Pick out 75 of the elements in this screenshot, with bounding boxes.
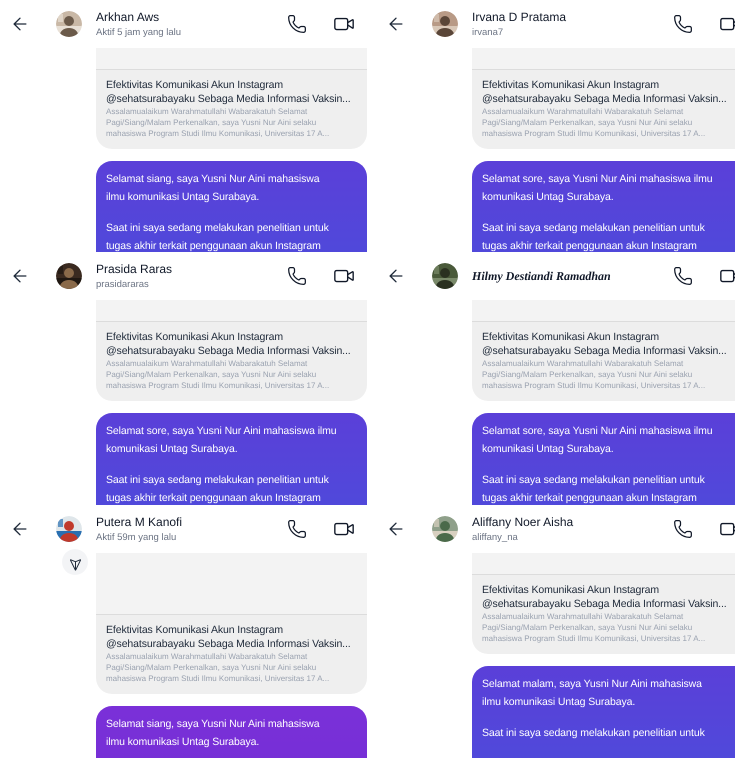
- message-text: tugas akhir terkait penggunaan akun Instagram: [482, 239, 698, 252]
- contact-name: Aliffany Noer Aisha: [472, 514, 574, 531]
- link-title: Efektivitas Komunikasi Akun Instagram: [106, 78, 284, 92]
- link-title: Efektivitas Komunikasi Akun Instagram: [482, 78, 660, 92]
- phone-icon[interactable]: [287, 519, 307, 539]
- link-preview-card[interactable]: [472, 48, 735, 149]
- link-description: Pagi/Siang/Malam Perkenalkan, saya Yusni Nur Aini selaku: [482, 622, 694, 633]
- phone-icon[interactable]: [287, 266, 307, 286]
- link-title: @sehatsurabayaku Sebaga Media Informasi Vaksin...: [106, 637, 352, 651]
- link-title: Efektivitas Komunikasi Akun Instagram: [482, 583, 660, 597]
- link-title: Efektivitas Komunikasi Akun Instagram: [106, 623, 284, 637]
- contact-name: Arkhan Aws: [96, 8, 160, 26]
- phone-icon[interactable]: [287, 14, 307, 34]
- contact-status: irvana7: [472, 26, 504, 40]
- message-text: komunikasi Untag Surabaya.: [482, 190, 615, 205]
- message-text: Saat ini saya sedang melakukan penelitian untuk: [106, 221, 330, 236]
- message-text: ilmu komunikasi Untag Surabaya.: [106, 735, 260, 750]
- link-title: @sehatsurabayaku Sebaga Media Informasi Vaksin...: [482, 92, 728, 106]
- message-text: Saat ini saya sedang melakukan penelitian untuk: [482, 221, 706, 236]
- message-text: tugas akhir terkait penggunaan akun Instagram: [482, 491, 698, 505]
- contact-status: Aktif 59m yang lalu: [96, 530, 178, 545]
- link-description: mahasiswa Program Studi Ilmu Komunikasi, Universitas 17 A...: [482, 128, 706, 139]
- contact-name: Hilmy Destiandi Ramadhan: [472, 268, 611, 285]
- link-description: Pagi/Siang/Malam Perkenalkan, saya Yusni Nur Aini selaku: [106, 117, 318, 128]
- link-description: mahasiswa Program Studi Ilmu Komunikasi, Universitas 17 A...: [106, 380, 330, 391]
- link-title: Efektivitas Komunikasi Akun Instagram: [106, 330, 284, 344]
- link-description: mahasiswa Program Studi Ilmu Komunikasi, Universitas 17 A...: [106, 673, 330, 684]
- message-text: Selamat siang, saya Yusni Nur Aini mahasiswa: [106, 172, 321, 187]
- link-description: mahasiswa Program Studi Ilmu Komunikasi, Universitas 17 A...: [482, 380, 706, 391]
- link-description: Pagi/Siang/Malam Perkenalkan, saya Yusni Nur Aini selaku: [106, 369, 318, 380]
- link-title: @sehatsurabayaku Sebaga Media Informasi Vaksin...: [106, 92, 352, 106]
- link-preview-card[interactable]: [96, 300, 367, 401]
- message-text: komunikasi Untag Surabaya.: [106, 442, 239, 457]
- message-text: tugas akhir terkait penggunaan akun Instagram: [106, 239, 322, 252]
- contact-status: prasidararas: [96, 278, 150, 292]
- share-button[interactable]: [62, 549, 88, 575]
- link-preview-card[interactable]: [96, 48, 367, 149]
- link-description: Assalamualaikum Warahmatullahi Wabarakatuh Selamat: [482, 106, 684, 117]
- message-text: Selamat malam, saya Yusni Nur Aini mahasiswa: [482, 677, 703, 692]
- link-description: mahasiswa Program Studi Ilmu Komunikasi, Universitas 17 A...: [106, 128, 330, 139]
- link-title: @sehatsurabayaku Sebaga Media Informasi Vaksin...: [482, 597, 728, 611]
- link-preview-card[interactable]: [472, 300, 735, 401]
- message-text: komunikasi Untag Surabaya.: [482, 442, 615, 457]
- link-title: Efektivitas Komunikasi Akun Instagram: [482, 330, 660, 344]
- message-text: ilmu komunikasi Untag Surabaya.: [482, 695, 636, 710]
- link-description: Assalamualaikum Warahmatullahi Wabarakatuh Selamat: [106, 651, 308, 662]
- link-title: @sehatsurabayaku Sebaga Media Informasi Vaksin...: [482, 344, 728, 358]
- link-title: @sehatsurabayaku Sebaga Media Informasi Vaksin...: [106, 344, 352, 358]
- contact-status: Aktif 5 jam yang lalu: [96, 26, 182, 40]
- message-text: Selamat siang, saya Yusni Nur Aini mahasiswa: [106, 717, 321, 732]
- phone-icon[interactable]: [673, 266, 693, 286]
- message-text: tugas akhir terkait penggunaan akun Instagram: [106, 491, 322, 505]
- link-description: Assalamualaikum Warahmatullahi Wabarakatuh Selamat: [106, 358, 308, 369]
- phone-icon[interactable]: [673, 14, 693, 34]
- link-description: Assalamualaikum Warahmatullahi Wabarakatuh Selamat: [482, 611, 684, 622]
- contact-name: Putera M Kanofi: [96, 514, 182, 531]
- message-text: Saat ini saya sedang melakukan penelitian untuk: [482, 726, 706, 741]
- phone-icon[interactable]: [673, 519, 693, 539]
- message-text: Selamat sore, saya Yusni Nur Aini mahasiswa ilmu: [106, 424, 338, 439]
- link-preview-card[interactable]: [472, 553, 735, 654]
- message-text: ilmu komunikasi Untag Surabaya.: [106, 190, 260, 205]
- message-text: Selamat sore, saya Yusni Nur Aini mahasiswa ilmu: [482, 172, 714, 187]
- link-description: Assalamualaikum Warahmatullahi Wabarakatuh Selamat: [482, 358, 684, 369]
- link-description: Assalamualaikum Warahmatullahi Wabarakatuh Selamat: [106, 106, 308, 117]
- message-text: Saat ini saya sedang melakukan penelitian untuk: [482, 473, 706, 488]
- link-description: mahasiswa Program Studi Ilmu Komunikasi, Universitas 17 A...: [482, 633, 706, 644]
- link-description: Pagi/Siang/Malam Perkenalkan, saya Yusni Nur Aini selaku: [482, 117, 694, 128]
- message-text: Selamat sore, saya Yusni Nur Aini mahasiswa ilmu: [482, 424, 714, 439]
- link-description: Pagi/Siang/Malam Perkenalkan, saya Yusni Nur Aini selaku: [482, 369, 694, 380]
- link-description: Pagi/Siang/Malam Perkenalkan, saya Yusni Nur Aini selaku: [106, 662, 318, 673]
- contact-name: Irvana D Pratama: [472, 8, 566, 26]
- contact-name: Prasida Raras: [96, 260, 172, 278]
- message-text: Saat ini saya sedang melakukan penelitian untuk: [106, 473, 330, 488]
- link-preview-card[interactable]: [96, 553, 367, 694]
- contact-status: aliffany_na: [472, 530, 519, 545]
